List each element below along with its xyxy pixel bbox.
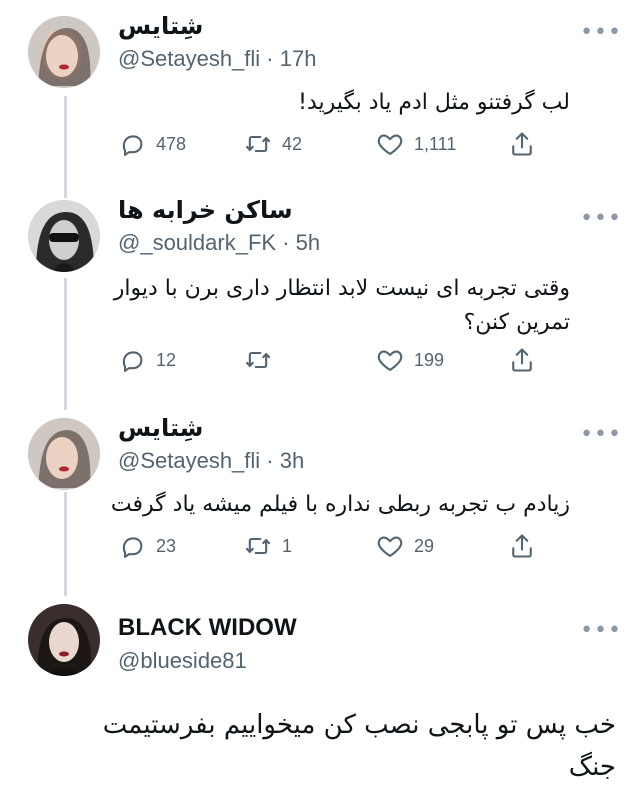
share-icon bbox=[512, 132, 532, 156]
tweet-text: زیادم ب تجربه ربطی نداره با فیلم میشه یا… bbox=[110, 492, 570, 517]
timestamp[interactable]: 5h bbox=[296, 230, 320, 255]
separator-dot: · bbox=[276, 230, 296, 255]
retweet-count: 1 bbox=[282, 535, 293, 556]
share-button[interactable] bbox=[508, 346, 536, 374]
like-button[interactable]: 29 bbox=[376, 532, 434, 560]
handle-line: @_souldark_FK · 5h bbox=[118, 230, 320, 256]
heart-icon bbox=[377, 536, 403, 557]
display-name[interactable]: شِتایس bbox=[118, 414, 203, 442]
like-count: 29 bbox=[414, 535, 435, 556]
username[interactable]: @Setayesh_fli bbox=[118, 46, 260, 71]
tweet-text: خب پس تو پابجی نصب کن میخواییم بفرستیمت … bbox=[102, 710, 616, 782]
handle-line: @Setayesh_fli · 17h bbox=[118, 46, 316, 72]
avatar[interactable] bbox=[28, 200, 100, 272]
reply-icon bbox=[122, 135, 143, 156]
retweet-button[interactable]: 42 bbox=[244, 130, 302, 158]
avatar-image bbox=[28, 200, 100, 272]
tweet-text: وقتی تجربه ای نیست لابد انتظار داری برن … bbox=[113, 276, 570, 335]
reply-count: 478 bbox=[156, 133, 187, 154]
like-button[interactable]: 199 bbox=[376, 346, 444, 374]
more-options-icon[interactable]: ••• bbox=[580, 424, 622, 446]
avatar[interactable] bbox=[28, 16, 100, 88]
username[interactable]: @_souldark_FK bbox=[118, 230, 276, 255]
tweet-text: لب گرفتنو مثل ادم یاد بگیرید! bbox=[298, 90, 570, 115]
retweet-icon bbox=[245, 135, 271, 153]
reply-button[interactable]: 478 bbox=[118, 130, 186, 158]
reply-count: 23 bbox=[156, 535, 177, 556]
retweet-icon bbox=[245, 537, 271, 555]
share-icon bbox=[512, 348, 532, 372]
avatar-image bbox=[28, 418, 100, 490]
reply-button[interactable]: 12 bbox=[118, 346, 176, 374]
handle-line: @blueside81 bbox=[118, 648, 247, 674]
username[interactable]: @Setayesh_fli bbox=[118, 448, 260, 473]
like-button[interactable]: 1,111 bbox=[376, 130, 456, 158]
reply-button[interactable]: 23 bbox=[118, 532, 176, 560]
more-options-icon[interactable]: ••• bbox=[580, 22, 622, 44]
thread-line bbox=[64, 96, 67, 198]
handle-line: @Setayesh_fli · 3h bbox=[118, 448, 304, 474]
separator-dot: · bbox=[260, 448, 280, 473]
share-icon bbox=[512, 534, 532, 558]
share-button[interactable] bbox=[508, 130, 536, 158]
more-options-icon[interactable]: ••• bbox=[580, 208, 622, 230]
avatar-image bbox=[28, 604, 100, 676]
like-count: 199 bbox=[414, 349, 445, 370]
display-name[interactable]: شِتایس bbox=[118, 12, 203, 40]
thread-line bbox=[64, 492, 67, 596]
share-button[interactable] bbox=[508, 532, 536, 560]
avatar[interactable] bbox=[28, 418, 100, 490]
heart-icon bbox=[377, 134, 403, 155]
avatar[interactable] bbox=[28, 604, 100, 676]
username[interactable]: @blueside81 bbox=[118, 648, 247, 673]
like-count: 1,111 bbox=[414, 133, 457, 154]
reply-count: 12 bbox=[156, 349, 177, 370]
reply-icon bbox=[122, 537, 143, 558]
timestamp[interactable]: 17h bbox=[280, 46, 317, 71]
display-name[interactable]: BLACK WIDOW bbox=[118, 614, 297, 642]
more-options-icon[interactable]: ••• bbox=[580, 620, 622, 642]
retweet-button[interactable]: 1 bbox=[244, 532, 292, 560]
retweet-button[interactable] bbox=[244, 346, 282, 374]
timestamp[interactable]: 3h bbox=[280, 448, 304, 473]
display-name[interactable]: ساکن خرابه ها bbox=[118, 196, 293, 224]
retweet-icon bbox=[245, 351, 271, 369]
avatar-image bbox=[28, 16, 100, 88]
separator-dot: · bbox=[260, 46, 280, 71]
retweet-count: 42 bbox=[282, 133, 303, 154]
reply-icon bbox=[122, 351, 143, 372]
thread-line bbox=[64, 278, 67, 410]
heart-icon bbox=[377, 350, 403, 371]
